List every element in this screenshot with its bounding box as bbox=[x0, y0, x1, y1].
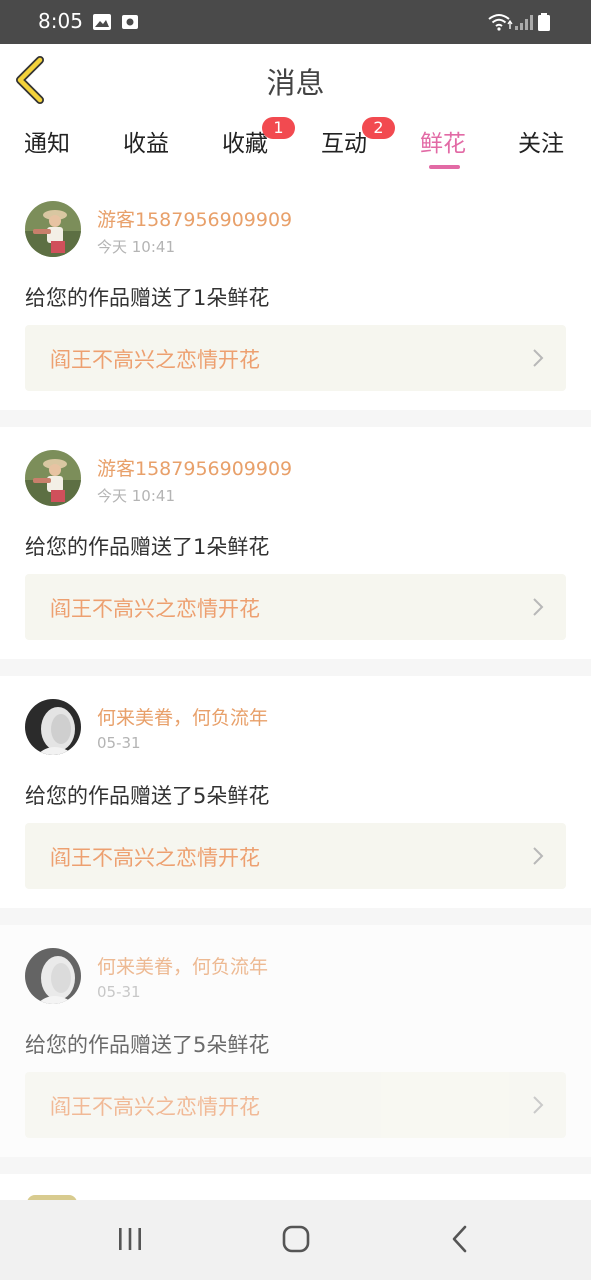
chevron-right-icon bbox=[533, 847, 544, 865]
message-card: 游客1587956909909 今天 10:41 给您的作品赠送了1朵鲜花 阎王… bbox=[0, 427, 591, 659]
user-avatar-image bbox=[25, 699, 81, 755]
tab-favorites[interactable]: 收藏 1 bbox=[222, 117, 295, 158]
status-bar: 8:05 bbox=[0, 0, 591, 44]
tab-interactions[interactable]: 互动 2 bbox=[321, 117, 395, 158]
chevron-right-icon bbox=[533, 1096, 544, 1114]
message-card: 游客1587956909909 今天 10:41 给您的作品赠送了1朵鲜花 阎王… bbox=[0, 178, 591, 410]
message-text: 给您的作品赠送了1朵鲜花 bbox=[25, 286, 270, 310]
avatar[interactable] bbox=[25, 450, 81, 506]
message-text: 给您的作品赠送了5朵鲜花 bbox=[25, 1033, 270, 1057]
gallery-icon bbox=[93, 14, 111, 30]
tab-earnings[interactable]: 收益 bbox=[123, 124, 169, 158]
active-tab-indicator bbox=[429, 165, 460, 169]
message-card: 何来美眷，何负流年 05-31 给您的作品赠送了5朵鲜花 阎王不高兴之恋情开花 bbox=[0, 676, 591, 908]
chevron-right-icon bbox=[533, 349, 544, 367]
work-link[interactable]: 阎王不高兴之恋情开花 bbox=[25, 574, 566, 640]
unread-badge: 1 bbox=[262, 117, 295, 139]
message-time: 05-31 bbox=[97, 983, 141, 1001]
work-link[interactable]: 阎王不高兴之恋情开花 bbox=[25, 823, 566, 889]
message-text: 给您的作品赠送了5朵鲜花 bbox=[25, 784, 270, 808]
work-title: 阎王不高兴之恋情开花 bbox=[50, 846, 260, 870]
message-time: 05-31 bbox=[97, 734, 141, 752]
sender-name[interactable]: 何来美眷，何负流年 bbox=[97, 703, 268, 730]
sender-name[interactable]: 游客1587956909909 bbox=[97, 454, 292, 481]
message-card: 何来美眷，何负流年 05-31 给您的作品赠送了5朵鲜花 阎王不高兴之恋情开花 bbox=[0, 925, 591, 1157]
tab-label: 互动 bbox=[321, 131, 367, 157]
work-link[interactable]: 阎王不高兴之恋情开花 bbox=[25, 325, 566, 391]
tab-follows[interactable]: 关注 bbox=[518, 124, 564, 158]
tab-flowers[interactable]: 鲜花 bbox=[420, 124, 466, 158]
tab-label: 收藏 bbox=[222, 131, 268, 157]
work-title: 阎王不高兴之恋情开花 bbox=[50, 1095, 260, 1119]
system-nav-bar bbox=[0, 1200, 591, 1280]
work-link[interactable]: 阎王不高兴之恋情开花 bbox=[25, 1072, 566, 1138]
wifi-icon bbox=[488, 14, 513, 31]
tab-bar: 通知 收益 收藏 1 互动 2 鲜花 关注 bbox=[0, 116, 591, 178]
avatar[interactable] bbox=[25, 948, 81, 1004]
tab-label: 关注 bbox=[518, 131, 564, 157]
app-header: 消息 bbox=[0, 44, 591, 116]
camera-icon bbox=[122, 15, 138, 29]
tab-label: 收益 bbox=[123, 131, 169, 157]
page-title: 消息 bbox=[266, 66, 325, 100]
user-avatar-image bbox=[25, 948, 81, 1004]
work-title: 阎王不高兴之恋情开花 bbox=[50, 597, 260, 621]
tab-label: 通知 bbox=[24, 131, 70, 157]
sender-name[interactable]: 游客1587956909909 bbox=[97, 205, 292, 232]
user-avatar-image bbox=[25, 201, 81, 257]
tab-label: 鲜花 bbox=[420, 131, 466, 157]
recents-icon[interactable] bbox=[116, 1224, 144, 1254]
home-icon[interactable] bbox=[281, 1224, 311, 1254]
chevron-right-icon bbox=[533, 598, 544, 616]
message-time: 今天 10:41 bbox=[97, 487, 175, 505]
message-text: 给您的作品赠送了1朵鲜花 bbox=[25, 535, 270, 559]
battery-icon bbox=[538, 13, 550, 31]
avatar[interactable] bbox=[25, 201, 81, 257]
status-time: 8:05 bbox=[38, 9, 83, 33]
back-icon[interactable] bbox=[450, 1224, 470, 1254]
unread-badge: 2 bbox=[362, 117, 395, 139]
signal-icon bbox=[515, 15, 533, 30]
message-time: 今天 10:41 bbox=[97, 238, 175, 256]
tab-notifications[interactable]: 通知 bbox=[24, 124, 70, 158]
work-title: 阎王不高兴之恋情开花 bbox=[50, 348, 260, 372]
sender-name[interactable]: 何来美眷，何负流年 bbox=[97, 952, 268, 979]
avatar[interactable] bbox=[25, 699, 81, 755]
user-avatar-image bbox=[25, 450, 81, 506]
